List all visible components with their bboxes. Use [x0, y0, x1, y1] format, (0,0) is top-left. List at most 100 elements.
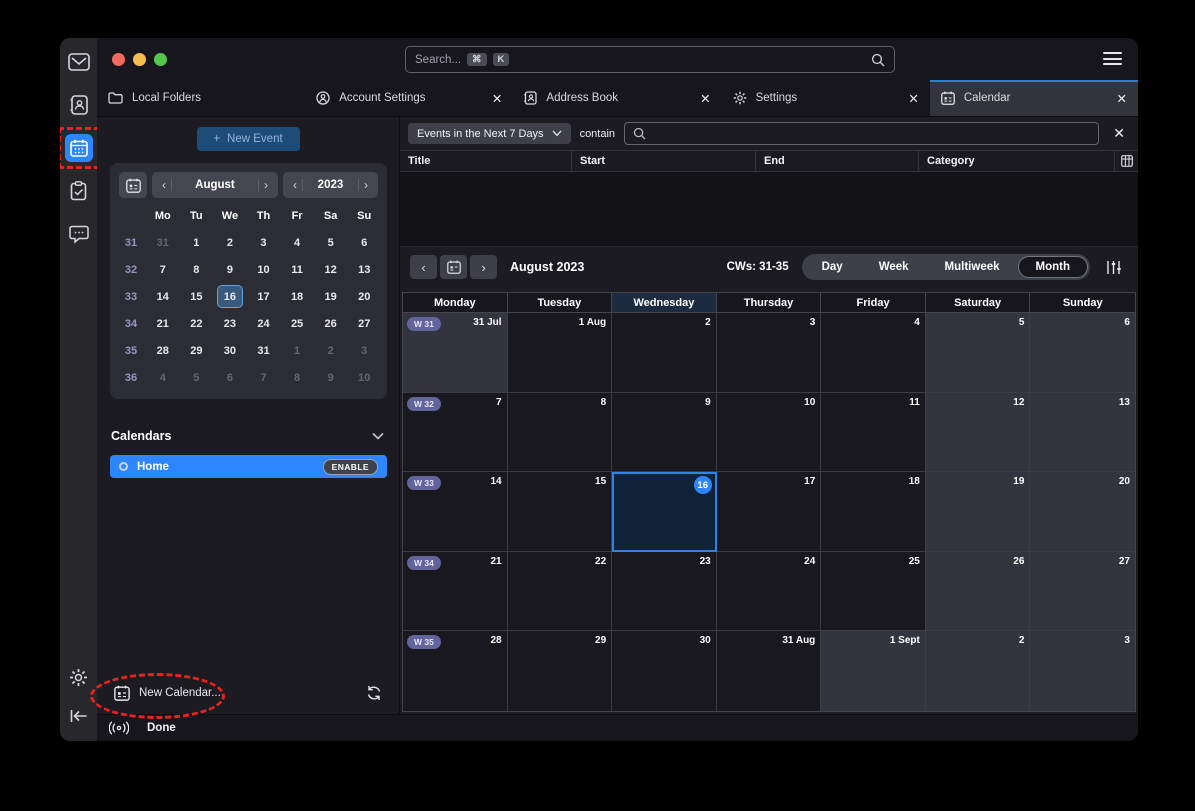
- month-day-cell[interactable]: 8: [508, 393, 613, 473]
- month-day-cell[interactable]: 12: [926, 393, 1031, 473]
- next-month-button[interactable]: ›: [261, 178, 271, 192]
- mail-space-button[interactable]: [65, 48, 93, 76]
- month-day-cell[interactable]: 23: [612, 552, 717, 632]
- global-search-bar[interactable]: Search... ⌘ K: [405, 46, 895, 73]
- chat-space-button[interactable]: [65, 220, 93, 248]
- month-day-cell[interactable]: W 3421: [403, 552, 508, 632]
- month-day-cell[interactable]: 1 Aug: [508, 313, 613, 393]
- tab-account-settings[interactable]: Account Settings✕: [305, 80, 513, 116]
- month-day-cell[interactable]: 9: [612, 393, 717, 473]
- mini-calendar-day[interactable]: 8: [180, 256, 214, 283]
- mini-calendar-day[interactable]: 27: [347, 310, 381, 337]
- column-header-category[interactable]: Category: [919, 151, 1115, 171]
- mini-calendar-day[interactable]: 11: [280, 256, 314, 283]
- close-filter-button[interactable]: ✕: [1108, 125, 1130, 142]
- event-search-input[interactable]: [624, 122, 1099, 145]
- today-button[interactable]: [440, 255, 467, 279]
- mini-calendar-day[interactable]: 9: [314, 364, 348, 391]
- mini-calendar-day[interactable]: 30: [213, 337, 247, 364]
- month-day-cell[interactable]: 15: [508, 472, 613, 552]
- month-day-cell[interactable]: W 327: [403, 393, 508, 473]
- mini-calendar-day[interactable]: 22: [180, 310, 214, 337]
- mini-calendar-day[interactable]: 8: [280, 364, 314, 391]
- month-day-cell[interactable]: 5: [926, 313, 1031, 393]
- month-day-cell[interactable]: W 3314: [403, 472, 508, 552]
- mini-calendar-day[interactable]: 6: [213, 364, 247, 391]
- month-day-cell[interactable]: 2: [926, 631, 1031, 711]
- month-day-cell[interactable]: W 3131 Jul: [403, 313, 508, 393]
- column-header-title[interactable]: Title: [400, 151, 572, 171]
- mini-calendar-today-button[interactable]: [119, 172, 147, 198]
- month-day-cell[interactable]: 26: [926, 552, 1031, 632]
- address-book-space-button[interactable]: [65, 91, 93, 119]
- view-tab-week[interactable]: Week: [861, 256, 927, 278]
- mini-calendar-day[interactable]: 26: [314, 310, 348, 337]
- chevron-down-icon[interactable]: [372, 432, 384, 440]
- mini-calendar-day[interactable]: 10: [247, 256, 281, 283]
- close-tab-icon[interactable]: ✕: [1117, 91, 1127, 106]
- mini-calendar-day[interactable]: 19: [314, 283, 348, 310]
- calendar-list-item-home[interactable]: HomeENABLE: [110, 455, 387, 478]
- mini-calendar-day[interactable]: 10: [347, 364, 381, 391]
- mini-calendar-day[interactable]: 28: [146, 337, 180, 364]
- mini-calendar-day[interactable]: 1: [180, 229, 214, 256]
- mini-calendar-day[interactable]: 24: [247, 310, 281, 337]
- mini-calendar-day[interactable]: 20: [347, 283, 381, 310]
- mini-calendar-day[interactable]: 6: [347, 229, 381, 256]
- month-day-cell[interactable]: 3: [717, 313, 822, 393]
- month-day-cell[interactable]: 4: [821, 313, 926, 393]
- next-year-button[interactable]: ›: [361, 178, 371, 192]
- tab-calendar[interactable]: Calendar✕: [930, 80, 1138, 116]
- close-tab-icon[interactable]: ✕: [908, 91, 918, 106]
- month-day-cell[interactable]: 2: [612, 313, 717, 393]
- close-window-button[interactable]: [112, 53, 125, 66]
- tab-local-folders[interactable]: Local Folders: [97, 80, 305, 116]
- mini-calendar-day[interactable]: 4: [280, 229, 314, 256]
- mini-calendar-day[interactable]: 23: [213, 310, 247, 337]
- tab-address-book[interactable]: Address Book✕: [513, 80, 721, 116]
- mini-calendar-day[interactable]: 29: [180, 337, 214, 364]
- mini-calendar-day[interactable]: 31: [146, 229, 180, 256]
- mini-calendar-day[interactable]: 1: [280, 337, 314, 364]
- close-tab-icon[interactable]: ✕: [492, 91, 502, 106]
- mini-calendar-day[interactable]: 2: [213, 229, 247, 256]
- month-day-cell[interactable]: 20: [1030, 472, 1135, 552]
- column-picker-icon[interactable]: [1115, 151, 1138, 171]
- enable-badge[interactable]: ENABLE: [323, 459, 378, 475]
- month-day-cell[interactable]: 11: [821, 393, 926, 473]
- month-day-cell[interactable]: 13: [1030, 393, 1135, 473]
- month-day-cell[interactable]: 18: [821, 472, 926, 552]
- view-options-icon[interactable]: [1105, 260, 1122, 275]
- mini-calendar-day[interactable]: 14: [146, 283, 180, 310]
- tasks-space-button[interactable]: [65, 177, 93, 205]
- mini-calendar-day[interactable]: 12: [314, 256, 348, 283]
- mini-calendar-day[interactable]: 3: [347, 337, 381, 364]
- view-tab-day[interactable]: Day: [804, 256, 861, 278]
- month-day-cell[interactable]: 25: [821, 552, 926, 632]
- month-day-cell[interactable]: 29: [508, 631, 613, 711]
- month-day-cell[interactable]: 22: [508, 552, 613, 632]
- collapse-sidebar-button[interactable]: [65, 702, 93, 730]
- previous-period-button[interactable]: ‹: [410, 255, 437, 279]
- month-day-cell[interactable]: 17: [717, 472, 822, 552]
- month-day-cell[interactable]: 10: [717, 393, 822, 473]
- mini-calendar-day[interactable]: 17: [247, 283, 281, 310]
- minimize-window-button[interactable]: [133, 53, 146, 66]
- month-day-cell[interactable]: 6: [1030, 313, 1135, 393]
- mini-calendar-day[interactable]: 18: [280, 283, 314, 310]
- prev-month-button[interactable]: ‹: [159, 178, 169, 192]
- mini-calendar-day[interactable]: 13: [347, 256, 381, 283]
- view-tab-multiweek[interactable]: Multiweek: [927, 256, 1018, 278]
- mini-calendar-day[interactable]: 3: [247, 229, 281, 256]
- month-day-cell[interactable]: 3: [1030, 631, 1135, 711]
- mini-calendar-day[interactable]: 25: [280, 310, 314, 337]
- month-day-cell[interactable]: W 3528: [403, 631, 508, 711]
- month-day-cell-selected[interactable]: 16: [612, 472, 717, 552]
- new-event-button[interactable]: + New Event: [197, 127, 300, 151]
- app-menu-button[interactable]: [1103, 52, 1122, 69]
- month-day-cell[interactable]: 30: [612, 631, 717, 711]
- mini-calendar-day[interactable]: 15: [180, 283, 214, 310]
- mini-calendar-day[interactable]: 9: [213, 256, 247, 283]
- mini-calendar-day[interactable]: 7: [247, 364, 281, 391]
- close-tab-icon[interactable]: ✕: [700, 91, 710, 106]
